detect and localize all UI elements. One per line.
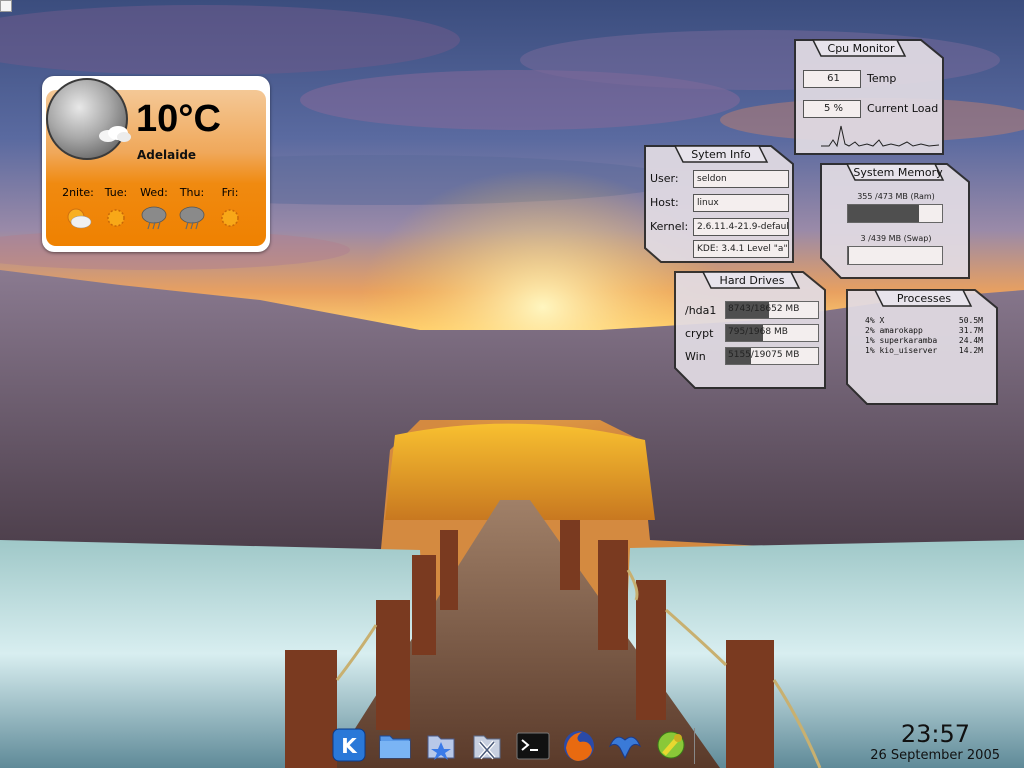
cpu-temp-label: Temp	[867, 72, 897, 85]
process-memory: 24.4M	[958, 336, 983, 345]
drive-usage-bar: 795/1968 MB	[725, 324, 819, 342]
svg-text:K: K	[341, 734, 358, 758]
clock-time[interactable]: 23:57	[901, 720, 970, 748]
terminal-icon[interactable]	[514, 726, 552, 764]
process-name: 1% superkaramba	[865, 336, 938, 345]
host-label: Host:	[650, 196, 679, 209]
cpu-temp-value: 61	[803, 70, 861, 88]
forecast-day-label: Tue:	[104, 186, 128, 199]
process-memory: 31.7M	[958, 326, 983, 335]
forecast-day-label: Wed:	[140, 186, 168, 199]
drive-usage-text: 795/1968 MB	[728, 327, 788, 337]
cpu-load-value: 5 %	[803, 100, 861, 118]
system-info-title: Sytem Info	[691, 148, 751, 161]
system-memory-title: System Memory	[853, 166, 943, 179]
moon-icon	[46, 78, 128, 160]
drive-usage-bar: 8743/18652 MB	[725, 301, 819, 319]
swap-usage-fill	[848, 247, 849, 264]
bookmarks-icon[interactable]	[422, 726, 460, 764]
cpu-load-label: Current Load	[867, 102, 939, 115]
process-row: 1% kio_uiserver 14.2M	[865, 346, 983, 355]
processes-widget[interactable]: Processes 4% X 50.5M 2% amarokapp 31.7M …	[845, 288, 999, 406]
current-temperature: 10°C	[136, 98, 221, 140]
forecast-day-label: Fri:	[221, 186, 239, 199]
drive-name: Win	[685, 350, 706, 363]
desktop-corner-button[interactable]	[0, 0, 12, 12]
partly-cloudy-icon	[67, 208, 92, 229]
process-row: 4% X 50.5M	[865, 316, 983, 325]
quick-launch-bar: K	[330, 726, 700, 764]
system-info-widget[interactable]: Sytem Info User: seldon Host: linux Kern…	[643, 144, 795, 264]
forecast-day: Wed:	[134, 186, 174, 235]
kde-menu-icon[interactable]: K	[330, 726, 368, 764]
process-row: 1% superkaramba 24.4M	[865, 336, 983, 345]
drive-name: crypt	[685, 327, 714, 340]
forecast-day: Tue:	[96, 186, 136, 235]
process-name: 1% kio_uiserver	[865, 346, 938, 355]
forecast-day: 2nite:	[58, 186, 98, 235]
forecast-day-label: Thu:	[179, 186, 205, 199]
kernel-label: Kernel:	[650, 220, 689, 233]
x-tools-icon[interactable]	[468, 726, 506, 764]
storm-icon	[179, 206, 205, 230]
clock-date[interactable]: 26 September 2005	[870, 748, 1000, 763]
firefox-icon[interactable]	[560, 726, 598, 764]
forecast-day: Fri:	[210, 186, 250, 235]
host-value: linux	[693, 194, 789, 212]
ram-usage-label: 355 /473 MB (Ram)	[857, 192, 935, 201]
swap-usage-bar	[847, 246, 943, 265]
taskbar-separator	[694, 728, 695, 764]
process-memory: 50.5M	[958, 316, 983, 325]
user-value: seldon	[693, 170, 789, 188]
hard-drives-widget[interactable]: Hard Drives /hda1 8743/18652 MB crypt 79…	[673, 270, 827, 390]
forecast-row: 2nite: Tue: Wed: Thu: Fri:	[58, 186, 258, 246]
city-name: Adelaide	[137, 148, 197, 162]
control-center-icon[interactable]	[652, 726, 690, 764]
cpu-monitor-widget[interactable]: Cpu Monitor 61 Temp 5 % Current Load	[793, 38, 945, 156]
process-row: 2% amarokapp 31.7M	[865, 326, 983, 335]
ram-usage-bar	[847, 204, 943, 223]
process-name: 2% amarokapp	[865, 326, 923, 335]
cloud-icon	[99, 126, 131, 142]
ram-usage-fill	[848, 205, 919, 222]
drive-usage-bar: 5155/19075 MB	[725, 347, 819, 365]
kde-version-value: KDE: 3.4.1 Level "a"	[693, 240, 789, 258]
sun-icon	[221, 209, 239, 227]
sun-icon	[107, 209, 125, 227]
swap-usage-label: 3 /439 MB (Swap)	[860, 234, 932, 243]
thunderbird-icon[interactable]	[606, 726, 644, 764]
drive-usage-text: 5155/19075 MB	[728, 350, 800, 360]
hard-drives-title: Hard Drives	[719, 274, 785, 287]
weather-widget[interactable]: 10°C Adelaide 2nite: Tue: Wed: Thu: Fri:	[42, 76, 270, 252]
processes-title: Processes	[896, 292, 952, 305]
kernel-value: 2.6.11.4-21.9-default	[693, 218, 789, 236]
drive-name: /hda1	[685, 304, 717, 317]
storm-icon	[141, 206, 167, 230]
forecast-day-label: 2nite:	[62, 186, 94, 199]
home-folder-icon[interactable]	[376, 726, 414, 764]
user-label: User:	[650, 172, 679, 185]
drive-usage-text: 8743/18652 MB	[728, 304, 800, 314]
cpu-monitor-title: Cpu Monitor	[827, 42, 895, 55]
forecast-day: Thu:	[172, 186, 212, 235]
process-name: 4% X	[865, 316, 885, 325]
system-memory-widget[interactable]: System Memory 355 /473 MB (Ram) 3 /439 M…	[819, 162, 971, 280]
cpu-load-graph	[821, 125, 939, 148]
process-memory: 14.2M	[958, 346, 983, 355]
